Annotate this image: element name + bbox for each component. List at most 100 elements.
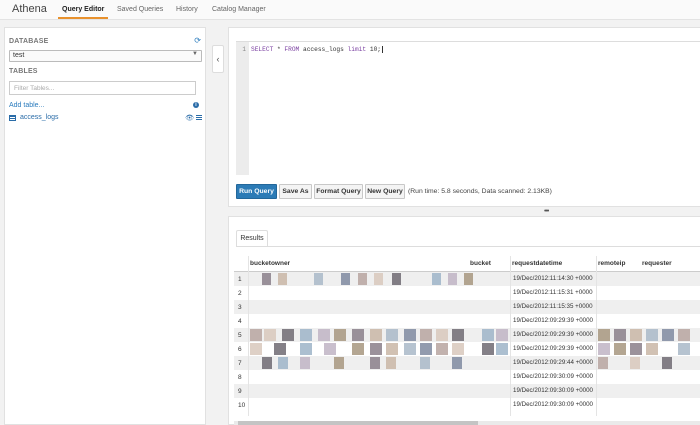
cell-requestdatetime[interactable]: 19/Dec/2012:09:30:09 +0000 <box>513 373 593 380</box>
query-text-table: access_logs <box>299 46 348 54</box>
column-separator <box>596 256 597 416</box>
table-row[interactable]: 4 19/Dec/2012:09:29:39 +0000 <box>234 314 700 328</box>
redacted-cell <box>436 329 448 341</box>
redacted-cell <box>598 329 610 341</box>
column-header-bucket[interactable]: bucket <box>470 260 491 267</box>
table-item-access-logs[interactable]: access_logs 👁 <box>9 114 202 124</box>
tab-divider <box>236 246 700 247</box>
redacted-cell <box>370 343 382 355</box>
table-icon <box>9 115 16 121</box>
redacted-cell <box>324 343 336 355</box>
cell-requestdatetime[interactable]: 19/Dec/2012:09:29:44 +0000 <box>513 359 593 366</box>
refresh-icon[interactable]: ⟳ <box>194 36 201 45</box>
column-header-requester[interactable]: requester <box>642 260 672 267</box>
horizontal-scrollbar[interactable] <box>234 421 700 425</box>
redacted-cell <box>614 343 626 355</box>
row-number: 3 <box>238 304 242 311</box>
row-number: 9 <box>238 388 242 395</box>
redacted-cell <box>334 329 346 341</box>
database-label: DATABASE <box>9 38 49 45</box>
new-query-button[interactable]: New Query <box>365 184 405 199</box>
table-row[interactable]: 1 19/Dec/2012:11:14:30 +0000 <box>234 272 700 286</box>
redacted-cell <box>318 329 330 341</box>
tab-catalog-manager[interactable]: Catalog Manager <box>212 6 266 13</box>
database-select-value: test <box>13 52 25 59</box>
database-select[interactable]: test ▼ <box>9 50 202 62</box>
chevron-left-icon: ‹ <box>216 54 220 64</box>
table-row[interactable]: 8 19/Dec/2012:09:30:09 +0000 <box>234 370 700 384</box>
redacted-cell <box>358 273 367 285</box>
table-row[interactable]: 5 19/Dec/2012:09:29:39 +0000 <box>234 328 700 342</box>
query-text-tail: 10; <box>366 46 381 54</box>
text-cursor <box>382 46 383 53</box>
redacted-cell <box>630 329 642 341</box>
column-header-bucketowner[interactable]: bucketowner <box>250 260 290 267</box>
redacted-cell <box>341 273 350 285</box>
redacted-cell <box>334 357 344 369</box>
top-nav: Athena Query Editor Saved Queries Histor… <box>0 0 700 20</box>
query-text-mid: * <box>273 46 285 54</box>
table-row[interactable]: 7 19/Dec/2012:09:29:44 +0000 <box>234 356 700 370</box>
column-header-requestdatetime[interactable]: requestdatetime <box>512 260 562 267</box>
row-number: 6 <box>238 346 242 353</box>
table-row[interactable]: 2 19/Dec/2012:11:15:31 +0000 <box>234 286 700 300</box>
row-number: 1 <box>238 276 242 283</box>
format-query-button[interactable]: Format Query <box>314 184 363 199</box>
column-separator <box>510 256 511 416</box>
redacted-cell <box>496 343 508 355</box>
cell-requestdatetime[interactable]: 19/Dec/2012:11:15:31 +0000 <box>513 289 593 296</box>
cell-requestdatetime[interactable]: 19/Dec/2012:09:30:09 +0000 <box>513 401 593 408</box>
add-table-link[interactable]: Add table... <box>9 102 44 109</box>
redacted-cell <box>646 329 658 341</box>
redacted-cell <box>370 329 382 341</box>
list-icon[interactable] <box>196 115 202 121</box>
redacted-cell <box>598 357 608 369</box>
tab-history[interactable]: History <box>176 6 198 13</box>
redacted-cell <box>630 343 642 355</box>
redacted-cell <box>278 273 287 285</box>
redacted-cell <box>420 329 432 341</box>
keyword-select: SELECT <box>251 46 274 54</box>
redacted-cell <box>404 343 416 355</box>
cell-requestdatetime[interactable]: 19/Dec/2012:11:14:30 +0000 <box>513 275 593 282</box>
table-name[interactable]: access_logs <box>20 114 59 121</box>
redacted-cell <box>436 343 448 355</box>
row-number: 7 <box>238 360 242 367</box>
run-info: (Run time: 5.8 seconds, Data scanned: 2.… <box>408 188 552 195</box>
column-header-remoteip[interactable]: remoteip <box>598 260 625 267</box>
panel-splitter[interactable]: ••• <box>228 207 700 216</box>
save-as-button[interactable]: Save As <box>279 184 312 199</box>
table-row[interactable]: 9 19/Dec/2012:09:30:09 +0000 <box>234 384 700 398</box>
eye-icon[interactable]: 👁 <box>185 114 194 122</box>
collapse-sidebar-button[interactable]: ‹ <box>212 45 224 73</box>
cell-requestdatetime[interactable]: 19/Dec/2012:09:29:39 +0000 <box>513 331 593 338</box>
tab-results[interactable]: Results <box>236 230 268 247</box>
table-row[interactable]: 3 19/Dec/2012:11:15:35 +0000 <box>234 300 700 314</box>
cell-requestdatetime[interactable]: 19/Dec/2012:09:29:39 +0000 <box>513 317 593 324</box>
table-row[interactable]: 6 19/Dec/2012:09:29:39 +0000 <box>234 342 700 356</box>
cell-requestdatetime[interactable]: 19/Dec/2012:11:15:35 +0000 <box>513 303 593 310</box>
sql-editor[interactable]: 1 SELECT * FROM access_logs limit 10; <box>236 41 700 175</box>
tab-query-editor[interactable]: Query Editor <box>57 6 109 19</box>
redacted-cell <box>452 357 462 369</box>
scrollbar-thumb[interactable] <box>238 421 478 425</box>
info-icon[interactable]: i <box>193 102 199 108</box>
redacted-cell <box>352 329 364 341</box>
column-separator <box>248 256 249 416</box>
chevron-down-icon: ▼ <box>192 51 198 57</box>
keyword-limit: limit <box>347 46 367 54</box>
table-row[interactable]: 10 19/Dec/2012:09:30:09 +0000 <box>234 398 700 412</box>
app-brand: Athena <box>12 3 47 15</box>
query-text[interactable]: SELECT * FROM access_logs limit 10; <box>251 46 383 53</box>
filter-tables-input[interactable] <box>9 81 196 95</box>
cell-requestdatetime[interactable]: 19/Dec/2012:09:29:39 +0000 <box>513 345 593 352</box>
redacted-cell <box>314 273 323 285</box>
run-query-button[interactable]: Run Query <box>236 184 277 199</box>
redacted-cell <box>282 329 294 341</box>
redacted-cell <box>662 357 672 369</box>
tab-saved-queries[interactable]: Saved Queries <box>117 6 163 13</box>
tables-label: TABLES <box>9 68 38 75</box>
redacted-cell <box>630 357 640 369</box>
redacted-cell <box>278 357 288 369</box>
cell-requestdatetime[interactable]: 19/Dec/2012:09:30:09 +0000 <box>513 387 593 394</box>
